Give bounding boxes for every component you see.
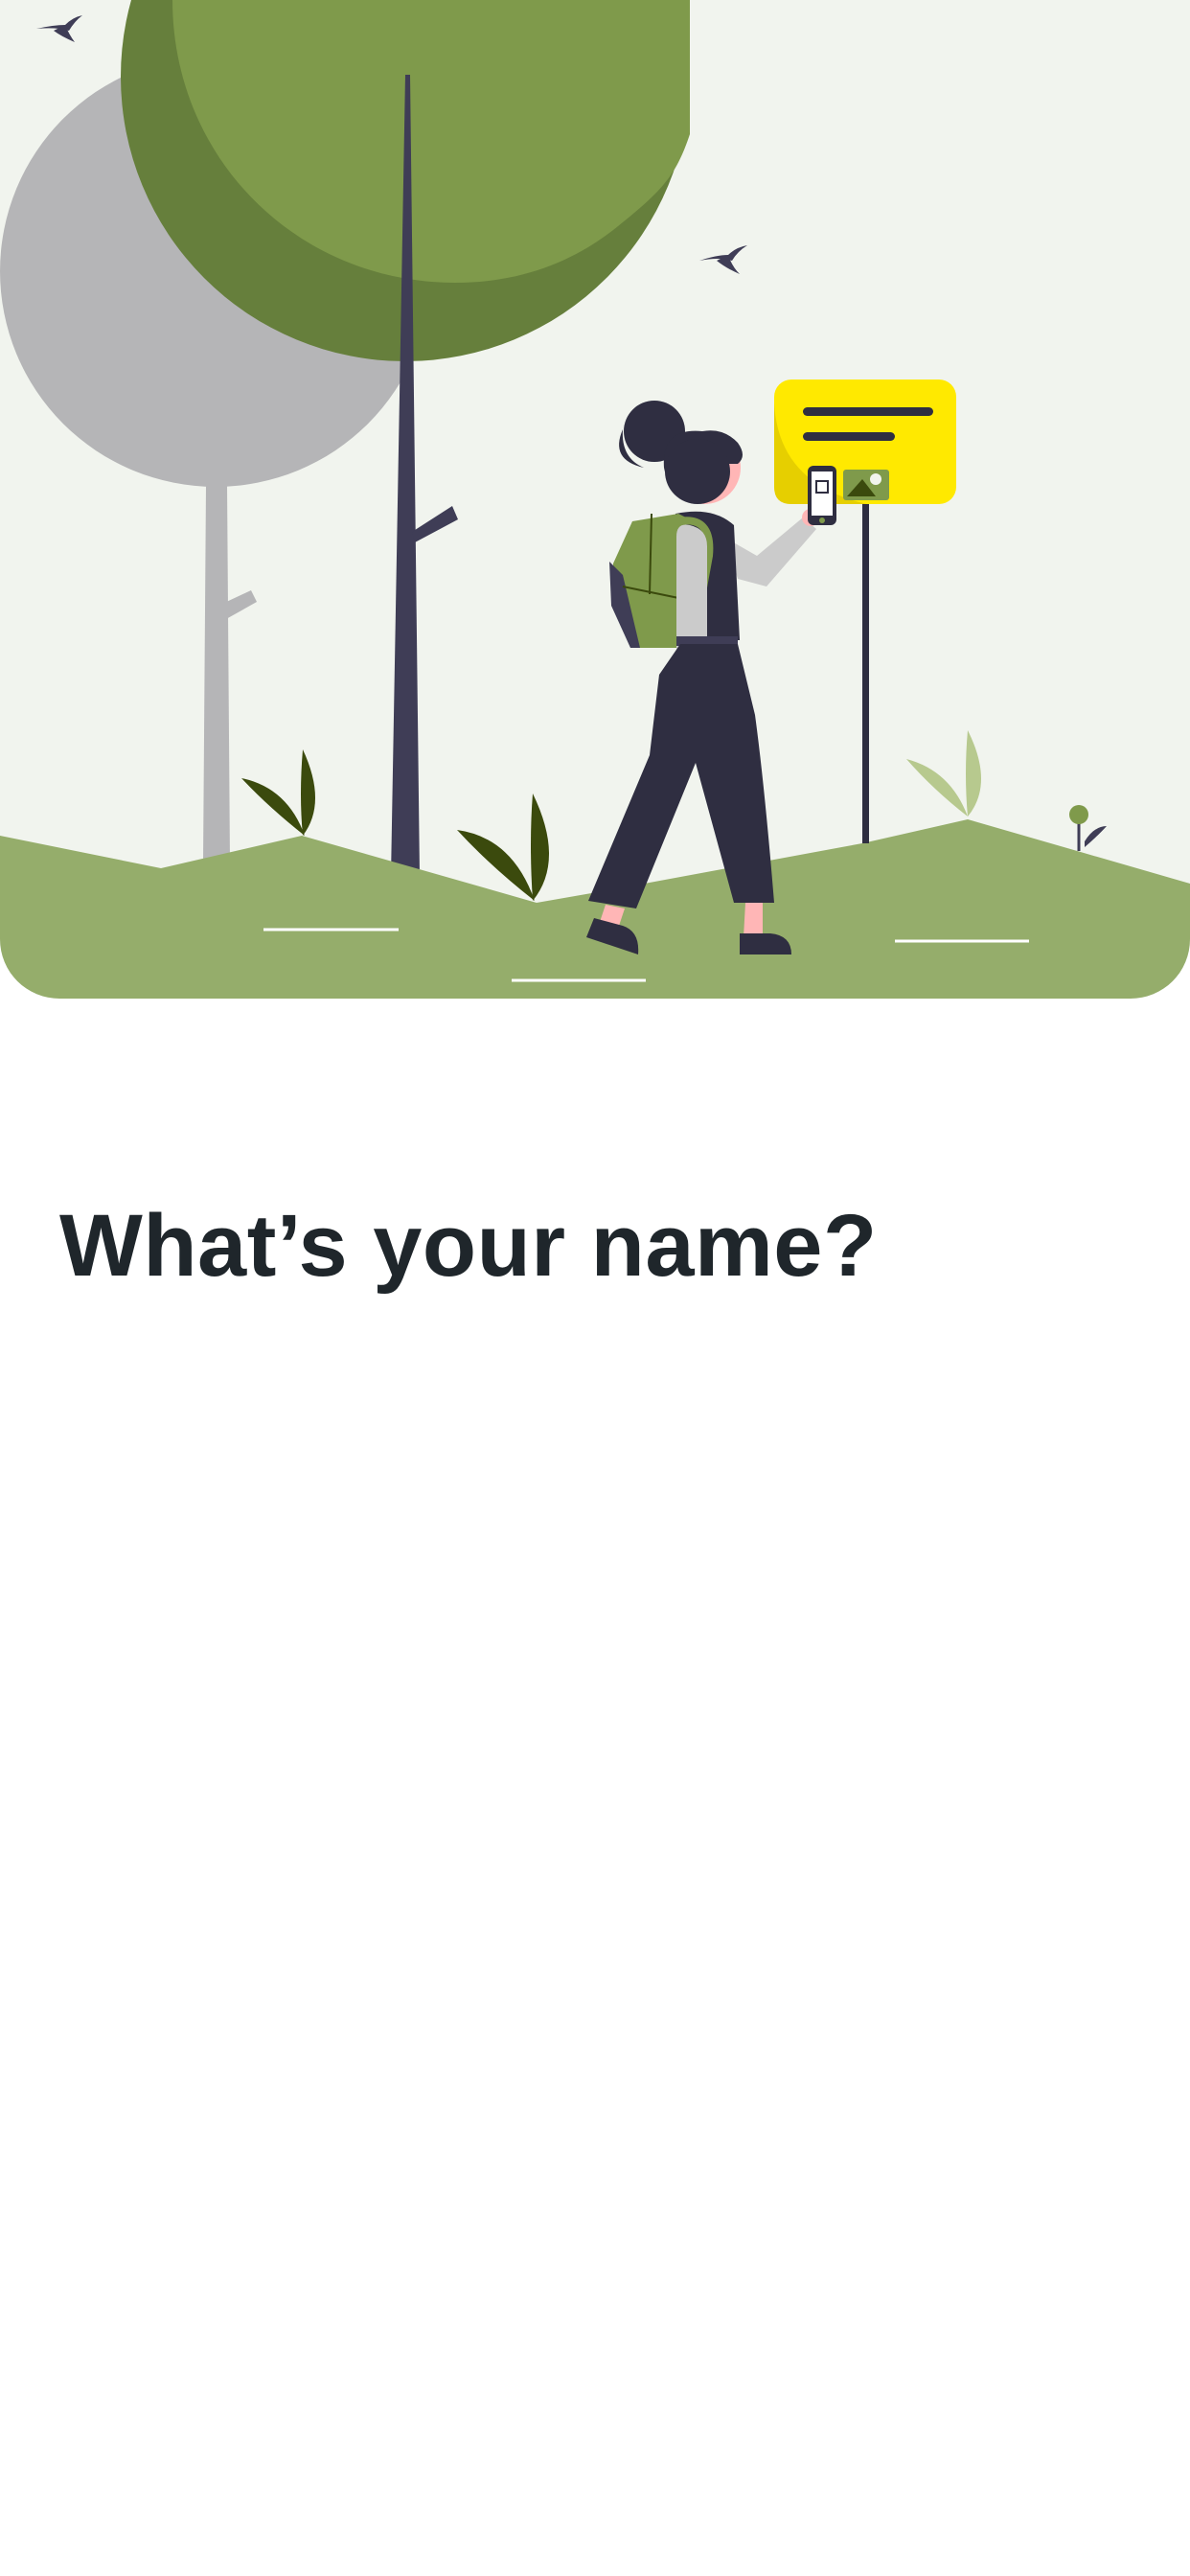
- park-scene-illustration: [0, 0, 1190, 999]
- bird-icon: [36, 15, 82, 42]
- flower: [1069, 805, 1107, 851]
- hero-illustration: [0, 0, 1190, 999]
- grass-ground: [0, 819, 1190, 999]
- page-title: What’s your name?: [59, 1197, 878, 1295]
- bird-icon: [699, 245, 747, 274]
- plant: [241, 749, 315, 836]
- plant: [906, 730, 981, 816]
